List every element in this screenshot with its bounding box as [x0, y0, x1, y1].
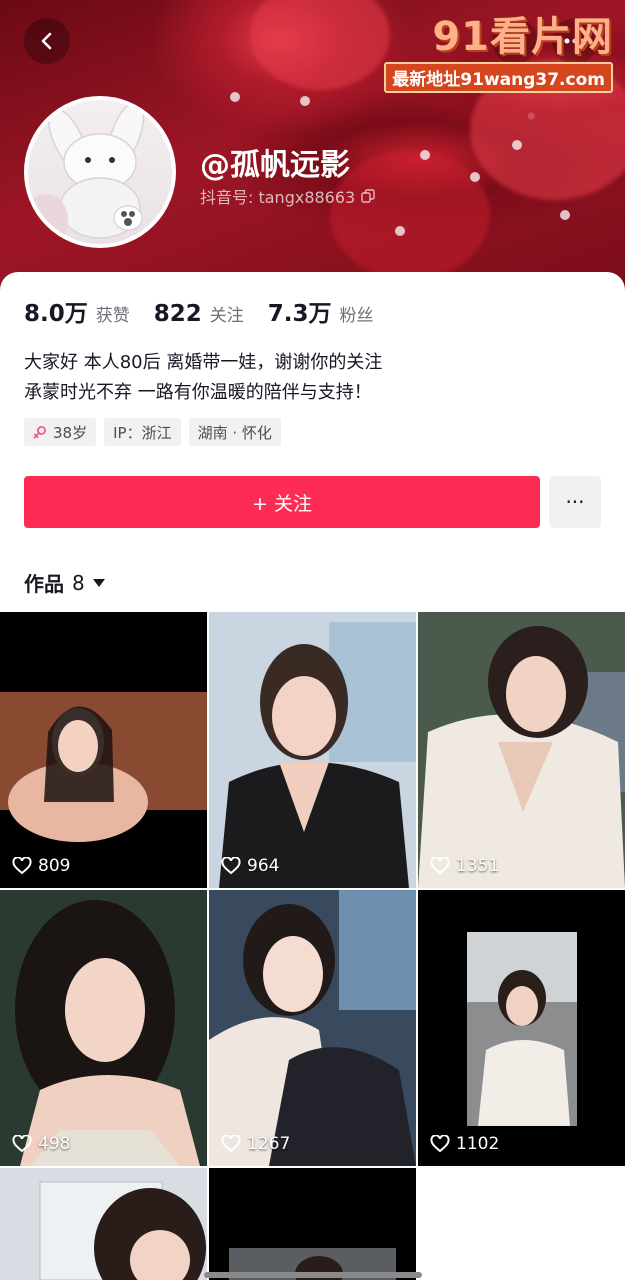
video-thumbnail-image: [209, 612, 416, 888]
video-thumbnail[interactable]: 1267: [209, 890, 416, 1166]
video-thumbnail-image: [0, 890, 207, 1166]
video-likes-count: 498: [38, 1134, 71, 1154]
tag-ip-label: IP：浙江: [113, 423, 172, 442]
profile-banner: 91看片网 最新地址91wang37.com @孤帆远影 抖音号: tangx8…: [0, 0, 625, 290]
banner-rose: [250, 0, 390, 90]
chevron-left-icon: [41, 32, 52, 50]
profile-bio: 大家好 本人80后 离婚带一娃，谢谢你的关注 承蒙时光不弃 一路有你温暖的陪伴与…: [24, 348, 382, 408]
heart-icon: [12, 857, 32, 875]
tag-location-label: 湖南 · 怀化: [197, 423, 272, 442]
profile-tags: 38岁 IP：浙江 湖南 · 怀化: [24, 418, 281, 446]
video-thumbnail-image: [0, 1168, 207, 1280]
caret-down-icon: [92, 578, 105, 587]
stat-likes-label: 获赞: [95, 306, 130, 326]
bio-line: 承蒙时光不弃 一路有你温暖的陪伴与支持！: [24, 382, 372, 403]
video-likes: 964: [221, 856, 279, 876]
video-thumbnail[interactable]: 964: [209, 612, 416, 888]
stat-following[interactable]: 822 关注: [154, 301, 244, 327]
stat-likes[interactable]: 8.0万 获赞: [24, 294, 130, 328]
bunny-plush-avatar-image: [28, 100, 145, 244]
heart-icon: [12, 1135, 32, 1153]
home-indicator[interactable]: [204, 1272, 422, 1278]
video-likes-count: 1267: [247, 1134, 291, 1154]
video-likes-count: 1351: [456, 856, 500, 876]
watermark-logo: 91看片网: [432, 14, 613, 60]
video-likes-count: 809: [38, 856, 71, 876]
banner-flower: [470, 172, 480, 182]
works-tab-label: 作品: [24, 572, 64, 596]
stat-following-value: 822: [153, 301, 202, 327]
video-thumbnail-image: [209, 890, 416, 1166]
profile-nickname: @孤帆远影: [200, 148, 350, 183]
profile-more-button[interactable]: ···: [549, 476, 601, 528]
video-likes: 1102: [430, 1134, 499, 1154]
heart-icon: [430, 1135, 450, 1153]
video-thumbnail-image: [418, 890, 625, 1166]
female-icon: [33, 426, 46, 439]
tag-age-label: 38岁: [53, 423, 88, 442]
banner-flower: [395, 226, 405, 236]
stat-followers[interactable]: 7.3万 粉丝: [268, 294, 374, 328]
back-button[interactable]: [24, 18, 70, 64]
video-thumbnail[interactable]: 498: [0, 890, 207, 1166]
video-likes-count: 964: [247, 856, 280, 876]
stat-followers-value: 7.3万: [267, 301, 332, 327]
video-likes: 1351: [430, 856, 499, 876]
account-id-label: 抖音号: tangx88663: [200, 188, 356, 207]
video-thumbnail[interactable]: 1351: [418, 612, 625, 888]
heart-icon: [430, 857, 450, 875]
tab-works[interactable]: 作品 8: [24, 568, 105, 597]
banner-rose: [330, 150, 490, 280]
video-thumbnail[interactable]: 1102: [418, 890, 625, 1166]
video-thumbnail-image: [0, 612, 207, 888]
watermark-url: 最新地址91wang37.com: [384, 62, 613, 93]
heart-icon: [221, 857, 241, 875]
video-thumbnail-image: [209, 1168, 416, 1280]
follow-button[interactable]: + 关注: [24, 476, 540, 528]
heart-icon: [221, 1135, 241, 1153]
avatar[interactable]: [24, 96, 176, 248]
bio-line: 大家好 本人80后 离婚带一娃，谢谢你的关注: [24, 352, 383, 373]
banner-flower: [560, 210, 570, 220]
video-likes: 809: [12, 856, 70, 876]
banner-flower: [230, 92, 240, 102]
account-id[interactable]: 抖音号: tangx88663: [200, 184, 375, 208]
video-thumbnail-image: [418, 612, 625, 888]
stat-likes-value: 8.0万: [24, 301, 88, 327]
stat-following-label: 关注: [209, 306, 244, 326]
stat-followers-label: 粉丝: [339, 306, 374, 326]
video-thumbnail[interactable]: [209, 1168, 416, 1280]
video-thumbnail[interactable]: 809: [0, 612, 207, 888]
tag-age: 38岁: [24, 418, 97, 446]
video-likes: 498: [12, 1134, 70, 1154]
banner-flower: [420, 150, 430, 160]
tag-location[interactable]: 湖南 · 怀化: [188, 418, 281, 446]
tag-ip: IP：浙江: [104, 418, 181, 446]
profile-stats: 8.0万 获赞 822 关注 7.3万 粉丝: [24, 294, 374, 328]
site-watermark: 91看片网 最新地址91wang37.com: [377, 14, 613, 93]
video-likes: 1267: [221, 1134, 290, 1154]
video-likes-count: 1102: [456, 1134, 500, 1154]
copy-icon[interactable]: [361, 189, 375, 203]
video-thumbnail[interactable]: [0, 1168, 207, 1280]
works-count: 8: [72, 570, 85, 595]
banner-flower: [300, 96, 310, 106]
banner-flower: [512, 140, 522, 150]
